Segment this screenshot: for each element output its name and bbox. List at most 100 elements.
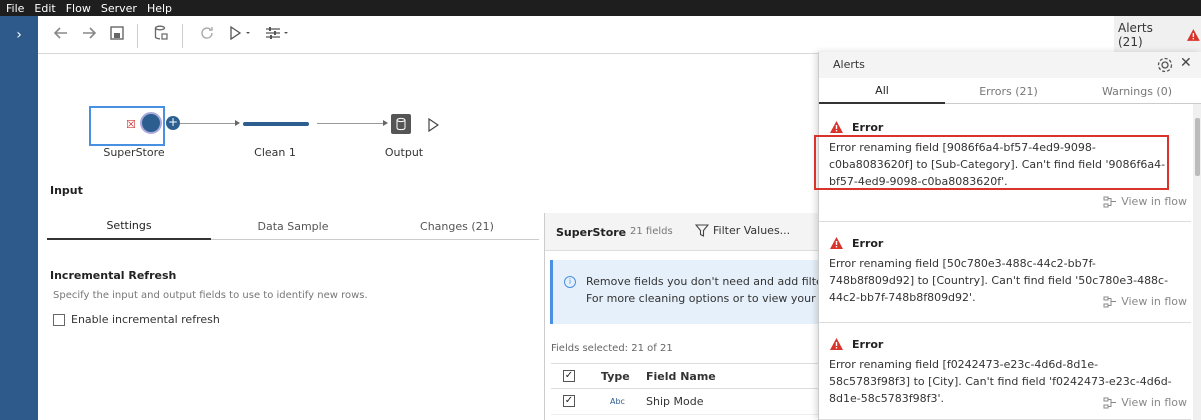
tab-all[interactable]: All: [819, 78, 945, 104]
tab-data-sample[interactable]: Data Sample: [211, 213, 375, 240]
alerts-tabs: All Errors (21) Warnings (0): [819, 78, 1201, 104]
chevron-right-icon: ›: [16, 27, 22, 43]
refresh-button[interactable]: [198, 24, 216, 42]
fields-selected: Fields selected: 21 of 21: [551, 343, 673, 354]
column-header-field-name: Field Name: [646, 370, 716, 383]
flow-canvas[interactable]: ☒ + SuperStore Clean 1 Output: [38, 55, 818, 173]
incremental-refresh-title: Incremental Refresh: [50, 269, 177, 282]
tab-changes[interactable]: Changes (21): [375, 213, 539, 240]
info-banner: i Remove fields you don't need and add f…: [550, 260, 841, 324]
alerts-title: Alerts: [833, 58, 865, 71]
view-in-flow-link[interactable]: View in flow: [1103, 195, 1187, 208]
incremental-refresh-description: Specify the input and output fields to u…: [53, 290, 368, 301]
filter-values-label: Filter Values...: [713, 224, 791, 237]
fields-header: SuperStore 21 fields Filter Values...: [545, 213, 819, 251]
node-label-output: Output: [384, 146, 424, 159]
alert-item: Error Error renaming field [f0242473-e23…: [819, 324, 1191, 420]
run-output-icon[interactable]: [427, 118, 439, 132]
filter-icon: [695, 224, 709, 237]
alert-heading: Error: [829, 236, 883, 250]
field-count: 21 fields: [630, 226, 673, 237]
alerts-button[interactable]: Alerts (21): [1114, 16, 1201, 54]
alerts-scrollbar[interactable]: [1193, 104, 1201, 420]
output-database-icon: [396, 117, 406, 131]
table-row[interactable]: ✓ Abc Ship Mode: [551, 389, 819, 415]
view-in-flow-label: View in flow: [1121, 295, 1187, 308]
tab-errors[interactable]: Errors (21): [945, 78, 1072, 104]
enable-incremental-refresh-checkbox[interactable]: Enable incremental refresh: [53, 313, 220, 326]
add-step-button[interactable]: +: [166, 116, 180, 130]
forward-button[interactable]: [80, 24, 98, 42]
data-connection-button[interactable]: [152, 24, 170, 42]
gear-icon[interactable]: [1156, 56, 1174, 74]
alert-level: Error: [852, 236, 884, 250]
field-name: Ship Mode: [646, 395, 704, 408]
arrow-icon: [383, 120, 388, 126]
save-icon: [110, 26, 124, 40]
output-node[interactable]: [391, 114, 411, 134]
error-icon: [830, 121, 843, 133]
filter-options-button[interactable]: [264, 24, 292, 42]
select-all-checkbox[interactable]: ✓: [563, 370, 575, 382]
view-in-flow-link[interactable]: View in flow: [1103, 295, 1187, 308]
alert-level: Error: [852, 120, 884, 134]
play-icon: [230, 25, 250, 41]
sliders-icon: [266, 27, 288, 39]
flow-icon: [1103, 397, 1117, 408]
menu-file[interactable]: File: [6, 2, 24, 15]
checked-icon: ☒: [126, 118, 136, 131]
fields-panel: SuperStore 21 fields Filter Values... i …: [544, 213, 841, 420]
row-checkbox[interactable]: ✓: [563, 395, 575, 407]
string-type-icon: Abc: [610, 397, 625, 406]
input-step-icon: [140, 112, 162, 134]
input-tabs: Settings Data Sample Changes (21): [47, 213, 539, 240]
tab-warnings[interactable]: Warnings (0): [1072, 78, 1201, 104]
scrollbar-thumb[interactable]: [1195, 118, 1200, 176]
alert-heading: Error: [829, 337, 883, 351]
toolbar: Alerts (21): [38, 16, 1201, 54]
source-name: SuperStore: [556, 226, 627, 239]
node-label-superstore: SuperStore: [103, 146, 165, 159]
refresh-icon: [201, 27, 213, 39]
error-icon: [830, 237, 843, 249]
menu-flow[interactable]: Flow: [66, 2, 91, 15]
alert-heading: Error: [829, 120, 883, 134]
warning-icon: [1187, 29, 1201, 41]
tab-settings[interactable]: Settings: [47, 213, 211, 240]
alerts-header: Alerts ✕: [819, 52, 1201, 78]
node-label-clean: Clean 1: [254, 146, 296, 159]
arrow-icon: [235, 120, 240, 126]
view-in-flow-link[interactable]: View in flow: [1103, 396, 1187, 409]
flow-icon: [1103, 296, 1117, 307]
arrow-left-icon: [53, 27, 67, 39]
alert-item: Error Error renaming field [50c780e3-488…: [819, 223, 1191, 323]
menu-server[interactable]: Server: [101, 2, 137, 15]
checkbox-label: Enable incremental refresh: [71, 313, 220, 326]
info-text-line1: Remove fields you don't need and add fil…: [586, 275, 841, 288]
menu-bar: File Edit Flow Server Help: [0, 0, 1201, 16]
alerts-label: Alerts (21): [1118, 21, 1153, 49]
column-header-type: Type: [601, 370, 630, 383]
back-button[interactable]: [52, 24, 70, 42]
flow-icon: [1103, 196, 1117, 207]
database-icon: [154, 25, 168, 40]
close-icon[interactable]: ✕: [1180, 55, 1192, 71]
menu-help[interactable]: Help: [147, 2, 172, 15]
save-button[interactable]: [108, 24, 126, 42]
table-header: ✓ Type Field Name: [551, 363, 819, 389]
filter-values-button[interactable]: Filter Values...: [695, 224, 790, 237]
input-node-superstore[interactable]: ☒: [89, 106, 165, 146]
checkbox-box[interactable]: [53, 313, 65, 326]
info-icon: i: [564, 276, 576, 288]
clean-node[interactable]: [243, 122, 309, 126]
alerts-panel: Alerts ✕ All Errors (21) Warnings (0) Er…: [818, 52, 1201, 420]
run-flow-button[interactable]: [227, 24, 253, 42]
arrow-right-icon: [83, 27, 97, 39]
left-rail: ›: [0, 16, 38, 420]
view-in-flow-label: View in flow: [1121, 195, 1187, 208]
menu-edit[interactable]: Edit: [34, 2, 55, 15]
panel-title: Input: [50, 184, 83, 197]
expand-pane-button[interactable]: ›: [0, 16, 38, 54]
error-icon: [830, 338, 843, 350]
alert-level: Error: [852, 337, 884, 351]
